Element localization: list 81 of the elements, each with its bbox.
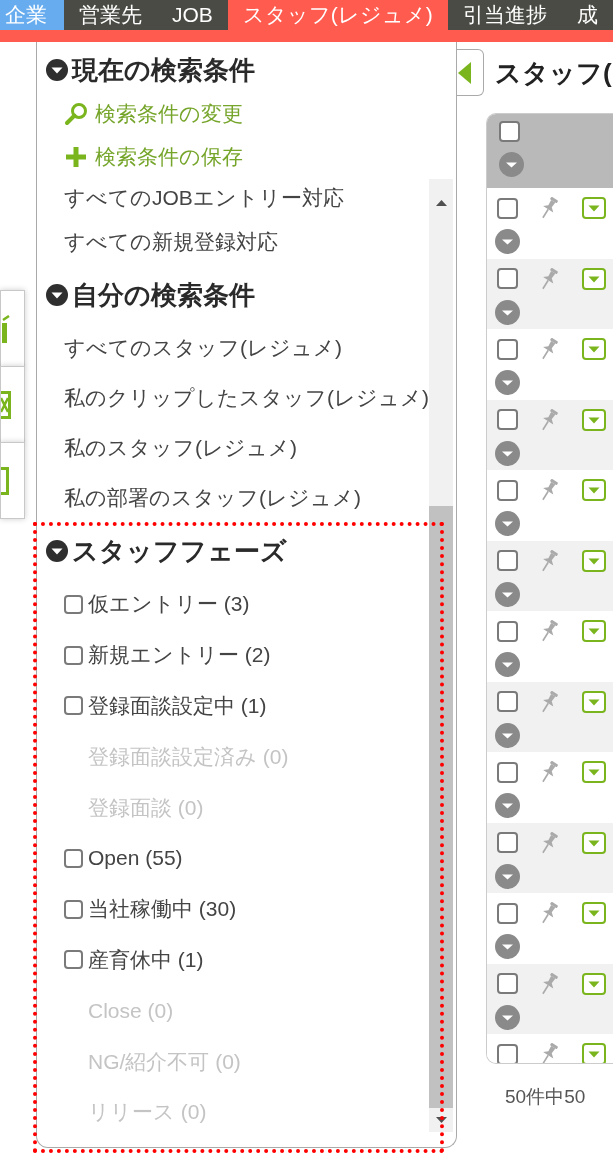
tool-button[interactable] <box>0 290 25 367</box>
plus-icon <box>64 145 88 169</box>
checkbox[interactable] <box>64 899 83 919</box>
dropdown-icon[interactable] <box>582 620 606 642</box>
dropdown-icon[interactable] <box>582 338 606 360</box>
saved-search-item[interactable]: 私のクリップしたスタッフ(レジュメ) <box>64 384 429 412</box>
circle-caret-icon[interactable] <box>495 511 520 536</box>
filter-label[interactable]: 登録面談設定中 (1) <box>88 692 267 720</box>
circle-caret-icon[interactable] <box>495 370 520 395</box>
filter-label: 登録面談 (0) <box>88 794 204 821</box>
circle-caret-icon[interactable] <box>495 299 520 325</box>
circle-caret-icon[interactable] <box>495 793 520 818</box>
scroll-up-icon[interactable] <box>435 200 447 206</box>
page-title: スタッフ( <box>495 57 613 90</box>
filter-label: 登録面談設定済み (0) <box>88 743 289 770</box>
left-triangle-icon <box>457 61 471 84</box>
checkbox[interactable] <box>497 550 518 571</box>
circle-caret-icon[interactable] <box>495 440 520 466</box>
checkbox[interactable] <box>499 121 520 142</box>
circle-caret-icon[interactable] <box>495 229 520 254</box>
bar-icon <box>1 314 10 343</box>
circle-caret-icon[interactable] <box>495 652 520 677</box>
circle-caret-icon[interactable] <box>495 934 520 959</box>
circle-caret-icon[interactable] <box>495 722 520 748</box>
scroll-down-icon[interactable] <box>435 1117 447 1123</box>
dropdown-icon[interactable] <box>582 479 606 501</box>
section-header[interactable]: 自分の検索条件 <box>46 279 255 311</box>
scrollbar-track[interactable] <box>429 179 453 1132</box>
checkbox[interactable] <box>497 832 518 853</box>
dropdown-icon[interactable] <box>582 408 606 431</box>
checkbox[interactable] <box>64 950 83 970</box>
section-header[interactable]: スタッフフェーズ <box>46 535 287 567</box>
filter-label: Close (0) <box>88 997 174 1024</box>
checkbox[interactable] <box>497 479 518 501</box>
filter-label[interactable]: 当社稼働中 (30) <box>88 895 237 924</box>
section-header[interactable]: 現在の検索条件 <box>46 54 255 86</box>
filter-label[interactable]: 産育休中 (1) <box>88 945 204 974</box>
dropdown-icon[interactable] <box>582 690 606 713</box>
dropdown-icon[interactable] <box>582 972 606 995</box>
search-icon <box>64 101 88 126</box>
filter-label[interactable]: 仮エントリー (3) <box>88 590 250 619</box>
checkbox[interactable] <box>497 197 518 219</box>
circle-caret-icon[interactable] <box>499 152 524 177</box>
result-count: 50件中50 <box>505 1085 587 1109</box>
circle-caret-icon[interactable] <box>495 581 520 607</box>
dropdown-icon[interactable] <box>582 831 606 854</box>
checkbox[interactable] <box>497 902 518 924</box>
dropdown-icon[interactable] <box>582 1043 606 1063</box>
x-box-icon <box>1 390 11 419</box>
saved-search-item[interactable]: すべてのスタッフ(レジュメ) <box>64 334 342 362</box>
checkbox[interactable] <box>497 761 518 783</box>
circle-caret-icon[interactable] <box>495 1004 520 1030</box>
dropdown-icon[interactable] <box>582 902 606 924</box>
collapse-sidebar-button[interactable] <box>457 49 484 96</box>
checkbox[interactable] <box>497 409 518 430</box>
saved-search-item[interactable]: すべての新規登録対応 <box>64 228 278 256</box>
filter-label: NG/紹介不可 (0) <box>88 1048 241 1075</box>
checkbox[interactable] <box>497 338 518 360</box>
checkbox[interactable] <box>64 696 83 716</box>
checkbox[interactable] <box>497 691 518 712</box>
scrollbar-thumb[interactable] <box>429 506 453 1108</box>
filter-label[interactable]: 新規エントリー (2) <box>88 641 271 670</box>
filter-label[interactable]: Open (55) <box>88 844 183 873</box>
dropdown-icon[interactable] <box>582 761 606 783</box>
saved-search-item[interactable]: すべてのJOBエントリー対応 <box>64 184 344 212</box>
checkbox[interactable] <box>64 594 83 614</box>
filter-label: リリース (0) <box>88 1099 207 1126</box>
checkbox[interactable] <box>64 848 83 868</box>
dropdown-icon[interactable] <box>582 197 606 219</box>
checkbox[interactable] <box>497 620 518 642</box>
tool-button[interactable] <box>0 366 25 443</box>
dropdown-icon[interactable] <box>582 549 606 572</box>
tool-button[interactable] <box>0 442 25 519</box>
checkbox[interactable] <box>497 1043 518 1063</box>
checkbox[interactable] <box>497 973 518 994</box>
circle-caret-icon[interactable] <box>495 863 520 889</box>
checkbox[interactable] <box>497 268 518 289</box>
dropdown-icon[interactable] <box>582 267 606 290</box>
checkbox[interactable] <box>64 645 83 665</box>
saved-search-item[interactable]: 私の部署のスタッフ(レジュメ) <box>64 484 361 512</box>
saved-search-item[interactable]: 私のスタッフ(レジュメ) <box>64 434 297 462</box>
